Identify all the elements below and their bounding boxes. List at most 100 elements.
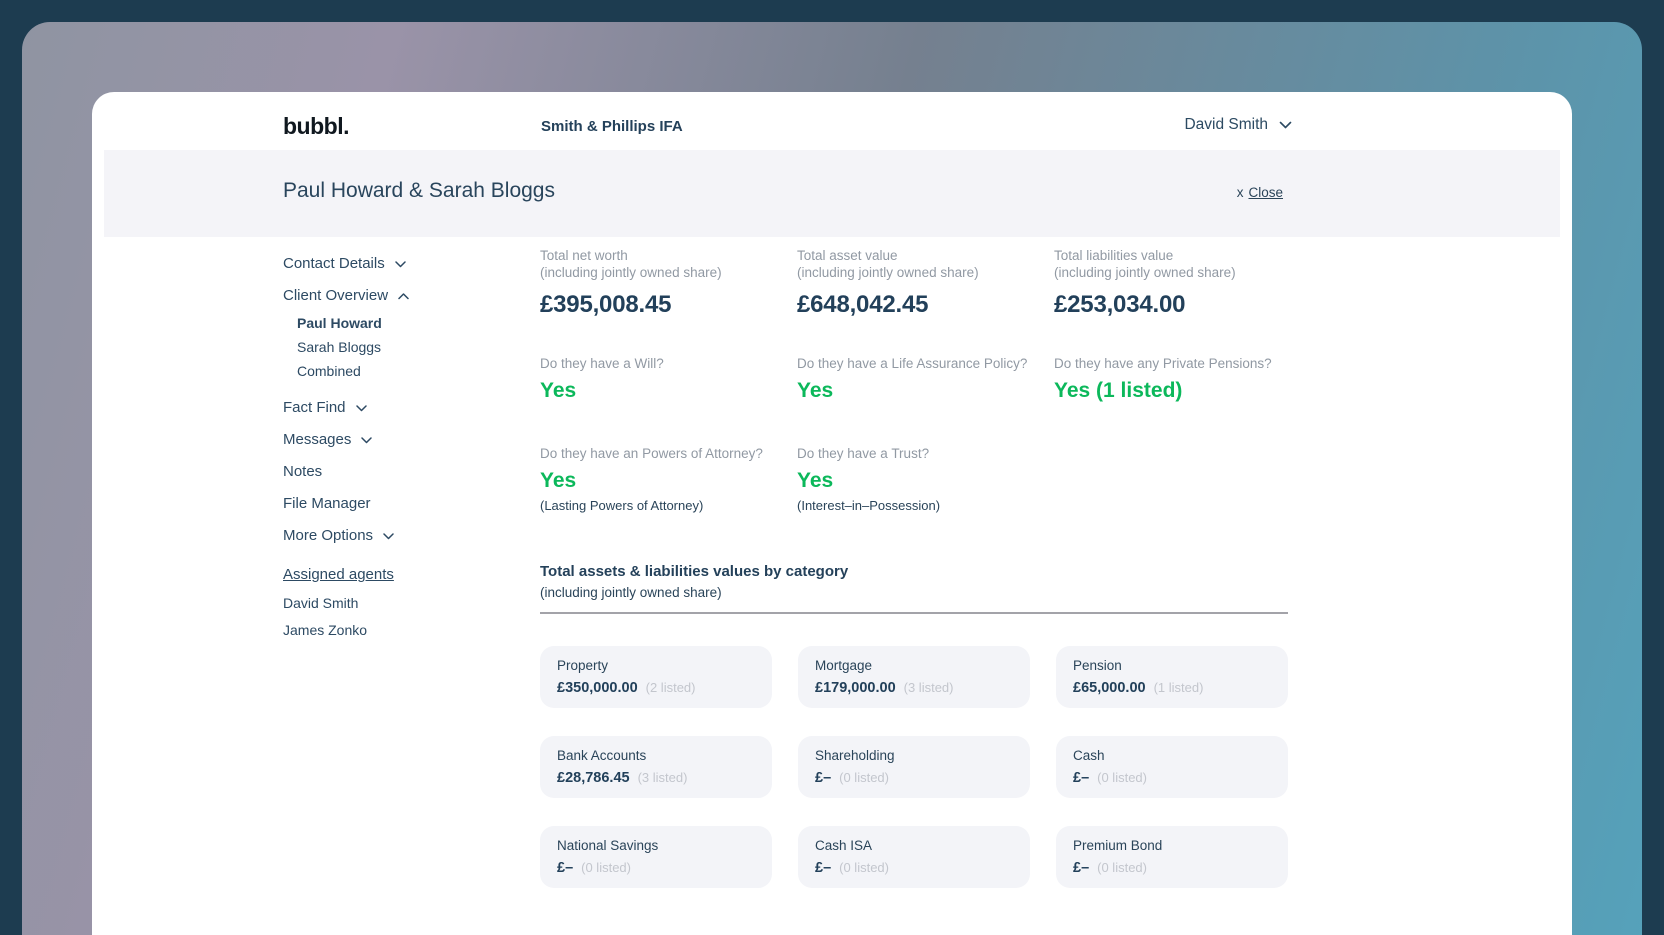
category-label: Cash ISA [815, 838, 873, 853]
category-label: Property [557, 658, 609, 673]
sidebar-item-label: File Manager [283, 494, 371, 512]
category-card-cash-isa[interactable]: Cash ISA £– (0 listed) [798, 826, 1030, 888]
sidebar-subitem-sarah-bloggs[interactable]: Sarah Bloggs [283, 335, 503, 359]
assigned-agents-section: Assigned agents David Smith James Zonko [283, 566, 503, 638]
question-life-assurance: Do they have a Life Assurance Policy? Ye… [797, 355, 1054, 409]
sidebar-item-client-overview[interactable]: Client Overview [283, 279, 503, 311]
category-label: Shareholding [815, 748, 895, 763]
category-label: Mortgage [815, 658, 873, 673]
category-card-bank-accounts[interactable]: Bank Accounts £28,786.45 (3 listed) [540, 736, 772, 798]
category-listed-count: (0 listed) [1097, 770, 1147, 785]
question-note: (Lasting Powers of Attorney) [540, 498, 704, 513]
sidebar-subitem-combined[interactable]: Combined [283, 359, 503, 383]
question-answer: Yes [540, 379, 577, 402]
category-value: £– [1073, 860, 1090, 876]
sidebar-item-contact-details[interactable]: Contact Details [283, 247, 503, 279]
stat-value: £253,034.00 [1054, 291, 1186, 318]
category-value: £65,000.00 [1073, 680, 1146, 696]
category-listed-count: (0 listed) [839, 770, 889, 785]
brand-logo[interactable]: bubbl. [283, 113, 349, 140]
question-label: Do they have a Will? [540, 356, 664, 371]
client-overview-body: Contact Details Client Overview Paul How… [104, 237, 1560, 935]
question-answer: Yes [540, 469, 577, 492]
sidebar-item-file-manager[interactable]: File Manager [283, 487, 503, 519]
categories-section-header: Total assets & liabilities values by cat… [540, 563, 1292, 614]
category-value: £– [1073, 770, 1090, 786]
app-window: bubbl. Smith & Phillips IFA David Smith … [92, 92, 1572, 935]
close-button[interactable]: x Close [1237, 185, 1283, 200]
stat-total-liabilities-value: Total liabilities value (including joint… [1054, 247, 1292, 319]
category-value: £350,000.00 [557, 680, 638, 696]
category-listed-count: (1 listed) [1153, 680, 1204, 695]
sidebar-item-messages[interactable]: Messages [283, 423, 503, 455]
screen-background: bubbl. Smith & Phillips IFA David Smith … [0, 0, 1664, 935]
sidebar: Contact Details Client Overview Paul How… [283, 247, 503, 649]
question-trust: Do they have a Trust? Yes (Interest–in–P… [797, 445, 1054, 513]
category-value: £179,000.00 [815, 680, 896, 696]
category-label: Pension [1073, 658, 1122, 673]
stat-label: Total asset value [797, 248, 898, 263]
question-private-pensions: Do they have any Private Pensions? Yes (… [1054, 355, 1292, 409]
category-listed-count: (0 listed) [581, 860, 631, 875]
category-card-cash[interactable]: Cash £– (0 listed) [1056, 736, 1288, 798]
sidebar-item-more-options[interactable]: More Options [283, 519, 503, 551]
category-card-national-savings[interactable]: National Savings £– (0 listed) [540, 826, 772, 888]
chevron-down-icon [355, 399, 367, 416]
categories-subheading: (including jointly owned share) [540, 585, 722, 600]
section-divider [540, 612, 1288, 614]
question-label: Do they have a Life Assurance Policy? [797, 356, 1028, 371]
sidebar-item-label: More Options [283, 526, 374, 544]
overview-main: Total net worth (including jointly owned… [540, 247, 1292, 888]
question-note [540, 408, 797, 409]
sidebar-item-notes[interactable]: Notes [283, 455, 503, 487]
question-will: Do they have a Will? Yes [540, 355, 797, 409]
question-answer: Yes (1 listed) [1054, 379, 1183, 402]
assigned-agents-heading[interactable]: Assigned agents [283, 566, 503, 583]
category-label: Bank Accounts [557, 748, 647, 763]
stat-value: £648,042.45 [797, 291, 929, 318]
category-card-pension[interactable]: Pension £65,000.00 (1 listed) [1056, 646, 1288, 708]
category-value: £28,786.45 [557, 770, 630, 786]
chevron-down-icon [1279, 116, 1292, 134]
question-answer: Yes [797, 379, 834, 402]
chevron-up-icon [398, 287, 409, 304]
question-label: Do they have a Trust? [797, 446, 930, 461]
question-answer: Yes [797, 469, 834, 492]
category-card-shareholding[interactable]: Shareholding £– (0 listed) [798, 736, 1030, 798]
sidebar-item-label: Messages [283, 430, 352, 448]
client-banner: Paul Howard & Sarah Bloggs x Close [104, 150, 1560, 237]
summary-grid: Total net worth (including jointly owned… [540, 247, 1292, 513]
category-card-property[interactable]: Property £350,000.00 (2 listed) [540, 646, 772, 708]
category-listed-count: (2 listed) [645, 680, 696, 695]
stat-total-asset-value: Total asset value (including jointly own… [797, 247, 1054, 319]
client-title: Paul Howard & Sarah Bloggs [283, 179, 555, 202]
question-note [1054, 408, 1292, 409]
stat-value: £395,008.45 [540, 291, 672, 318]
question-note [797, 408, 1054, 409]
app-header: bubbl. Smith & Phillips IFA David Smith [104, 104, 1560, 150]
chevron-down-icon [394, 255, 406, 272]
stat-sublabel: (including jointly owned share) [797, 265, 979, 280]
stat-total-net-worth: Total net worth (including jointly owned… [540, 247, 797, 319]
category-listed-count: (3 listed) [903, 680, 954, 695]
category-card-mortgage[interactable]: Mortgage £179,000.00 (3 listed) [798, 646, 1030, 708]
category-cards-grid: Property £350,000.00 (2 listed) Mortgage … [540, 646, 1292, 888]
category-listed-count: (0 listed) [1097, 860, 1147, 875]
category-listed-count: (0 listed) [839, 860, 889, 875]
assigned-agent: David Smith [283, 595, 359, 611]
sidebar-subitem-paul-howard[interactable]: Paul Howard [283, 311, 503, 335]
category-label: Cash [1073, 748, 1105, 763]
stat-sublabel: (including jointly owned share) [1054, 265, 1236, 280]
category-value: £– [557, 860, 574, 876]
stat-label: Total liabilities value [1054, 248, 1174, 263]
categories-heading: Total assets & liabilities values by cat… [540, 563, 849, 580]
sidebar-item-fact-find[interactable]: Fact Find [283, 391, 503, 423]
user-menu-label: David Smith [1184, 116, 1268, 133]
category-value: £– [815, 770, 832, 786]
question-label: Do they have any Private Pensions? [1054, 356, 1272, 371]
chevron-down-icon [361, 431, 373, 448]
category-card-premium-bond[interactable]: Premium Bond £– (0 listed) [1056, 826, 1288, 888]
user-menu[interactable]: David Smith [1184, 116, 1292, 134]
question-label: Do they have an Powers of Attorney? [540, 446, 763, 461]
category-value: £– [815, 860, 832, 876]
